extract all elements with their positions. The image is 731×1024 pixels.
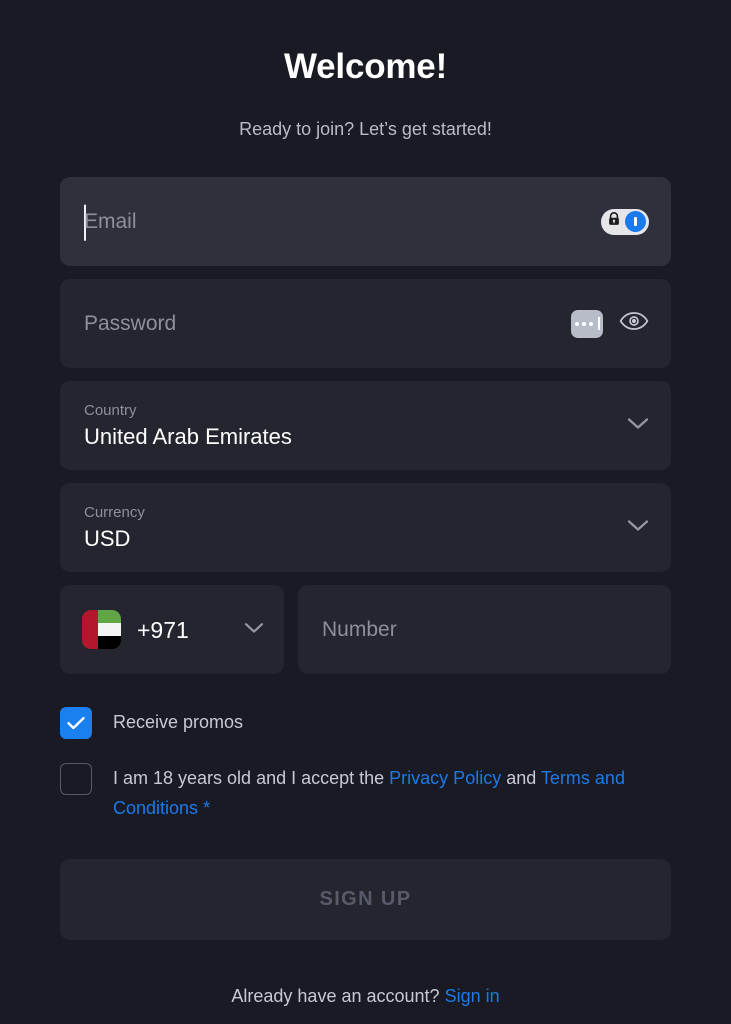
signup-button[interactable]: SIGN UP <box>60 859 671 940</box>
page-title: Welcome! <box>283 47 448 86</box>
country-value: United Arab Emirates <box>84 423 292 449</box>
phone-number-placeholder: Number <box>322 617 397 641</box>
country-select[interactable]: Country United Arab Emirates <box>60 381 671 470</box>
promos-row[interactable]: Receive promos <box>60 706 671 739</box>
promos-label: Receive promos <box>113 712 244 732</box>
page-subtitle: Ready to join? Let’s get started! <box>239 119 492 139</box>
country-label: Country <box>84 401 137 419</box>
lock-icon <box>606 211 622 232</box>
signup-button-label: SIGN UP <box>319 888 412 910</box>
password-dots-icon[interactable] <box>571 309 603 338</box>
consent-section: Receive promos I am 18 years old and I a… <box>60 706 671 823</box>
onepassword-icon[interactable] <box>625 211 646 232</box>
phone-row: +971 Number <box>60 585 671 674</box>
privacy-policy-link[interactable]: Privacy Policy <box>389 768 501 788</box>
required-marker: * <box>203 798 211 818</box>
terms-text-middle: and <box>501 768 541 788</box>
terms-text-before: I am 18 years old and I accept the <box>113 768 390 788</box>
chevron-down-icon[interactable] <box>627 417 649 435</box>
terms-checkbox[interactable] <box>60 763 92 795</box>
signin-link[interactable]: Sign in <box>445 986 500 1006</box>
password-placeholder: Password <box>84 311 177 335</box>
footer: Already have an account? Sign in <box>60 984 671 1008</box>
dial-code-value: +971 <box>137 616 189 643</box>
password-field[interactable]: Password <box>60 279 671 368</box>
ae-flag-icon <box>82 610 121 649</box>
phone-number-input[interactable]: Number <box>298 585 671 674</box>
footer-prompt: Already have an account? <box>231 986 440 1006</box>
email-field[interactable]: Email <box>60 177 671 266</box>
chevron-down-icon[interactable] <box>244 621 264 639</box>
signup-page: Welcome! Ready to join? Let’s get starte… <box>0 0 731 1024</box>
eye-icon[interactable] <box>619 311 649 336</box>
chevron-down-icon[interactable] <box>627 519 649 537</box>
dial-code-select[interactable]: +971 <box>60 585 284 674</box>
currency-value: USD <box>84 525 131 551</box>
email-placeholder: Email <box>84 209 137 233</box>
currency-select[interactable]: Currency USD <box>60 483 671 572</box>
terms-row[interactable]: I am 18 years old and I accept the Priva… <box>60 762 671 823</box>
currency-label: Currency <box>84 503 145 521</box>
terms-label: I am 18 years old and I accept the Priva… <box>113 762 633 823</box>
autofill-pill[interactable] <box>601 208 649 235</box>
promos-checkbox[interactable] <box>60 707 92 739</box>
